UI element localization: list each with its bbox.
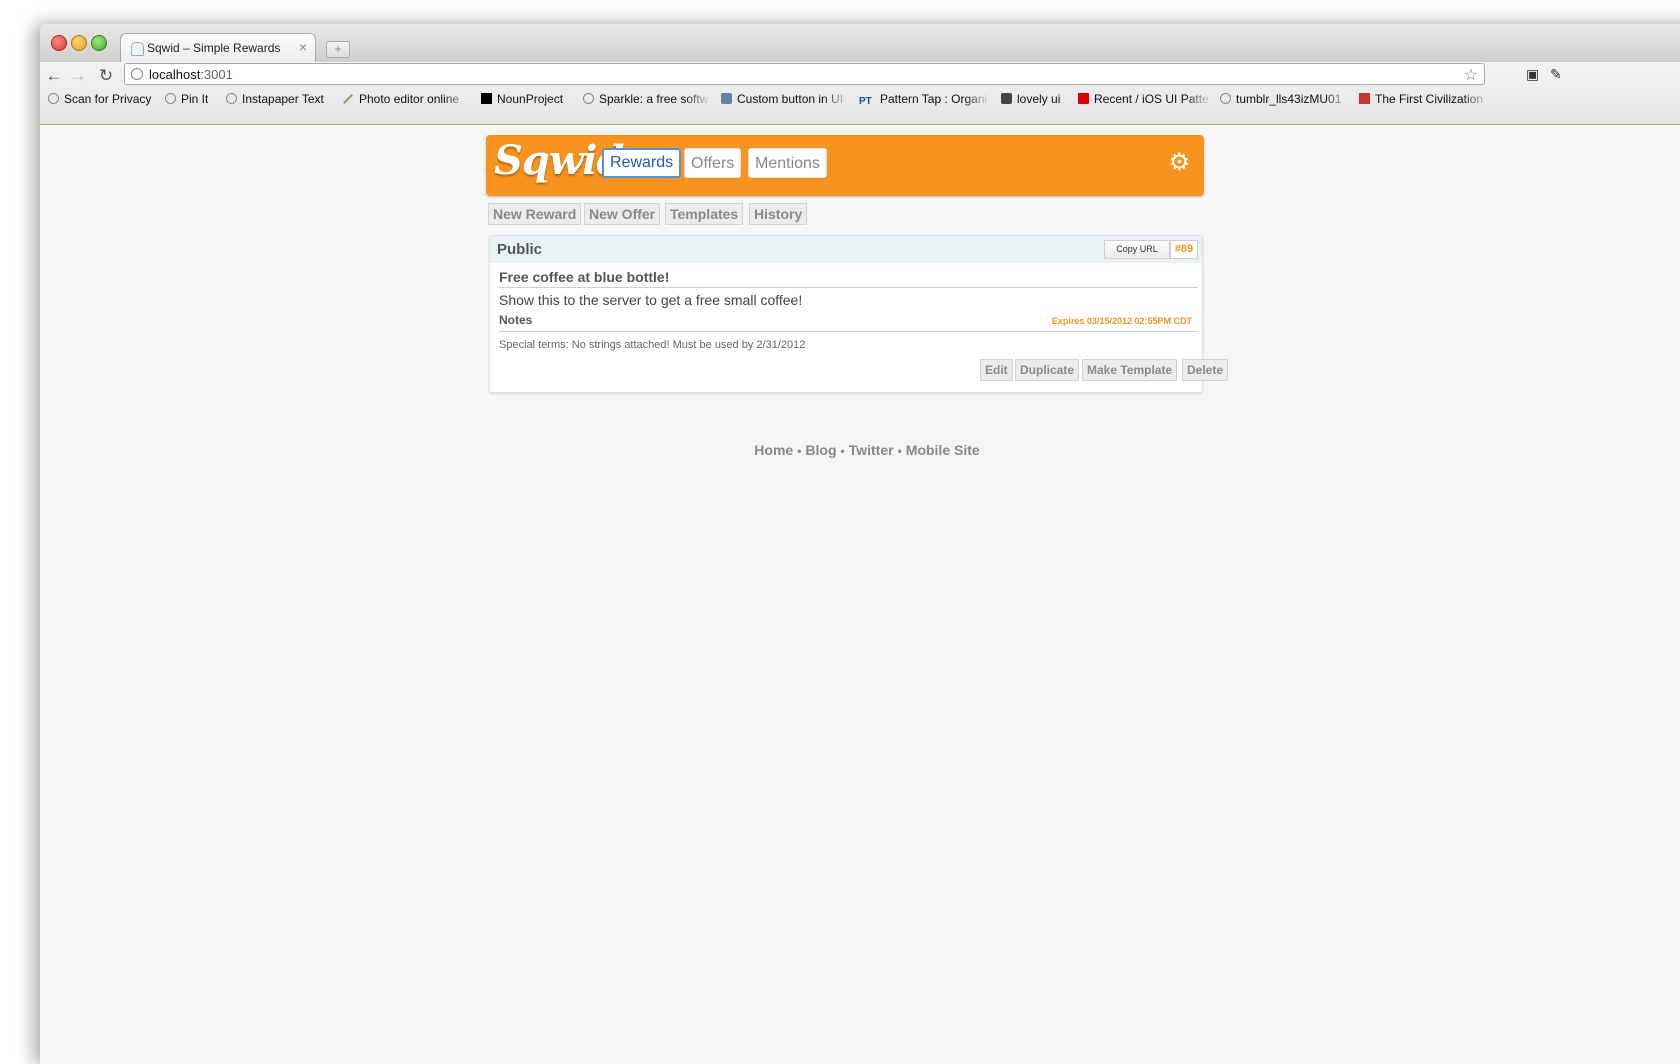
bookmark-item[interactable]: Photo editor online xyxy=(342,92,470,106)
new-offer-button[interactable]: New Offer xyxy=(584,203,661,225)
footer-separator: • xyxy=(797,444,802,458)
reward-description: Show this to the server to get a free sm… xyxy=(499,292,803,308)
bookmark-item[interactable]: Scan for Privacy xyxy=(48,92,151,106)
duplicate-button[interactable]: Duplicate xyxy=(1015,359,1080,381)
address-bar[interactable]: localhost:3001 ☆ xyxy=(124,63,1485,85)
globe-icon xyxy=(583,93,594,104)
visibility-label: Public xyxy=(497,241,543,258)
footer-link-twitter[interactable]: Twitter xyxy=(849,442,894,458)
bookmark-item[interactable]: PT Pattern Tap : Organi xyxy=(859,92,991,107)
footer-link-home[interactable]: Home xyxy=(754,442,793,458)
pinterest-icon xyxy=(1078,93,1089,104)
back-arrow-icon[interactable]: ← xyxy=(44,66,64,86)
tab-close-icon[interactable]: × xyxy=(299,39,307,55)
browser-window: Sqwid – Simple Rewards × + ← → ↻ localho… xyxy=(40,24,1680,1064)
nav-tab-offers[interactable]: Offers xyxy=(684,148,742,178)
page-info-icon[interactable] xyxy=(131,68,143,80)
pencil-icon xyxy=(343,94,353,104)
tab-title: Sqwid – Simple Rewards xyxy=(147,41,281,55)
globe-icon xyxy=(48,93,59,104)
bookmark-star-icon[interactable]: ☆ xyxy=(1464,65,1478,85)
tab-strip: Sqwid – Simple Rewards × + xyxy=(40,24,1680,63)
reload-icon[interactable]: ↻ xyxy=(96,66,116,86)
close-window-button[interactable] xyxy=(51,35,67,51)
footer-separator: • xyxy=(897,444,902,458)
new-reward-button[interactable]: New Reward xyxy=(488,203,582,225)
bookmark-item[interactable]: Sparkle: a free softw xyxy=(583,92,711,106)
nav-tab-rewards[interactable]: Rewards xyxy=(602,148,682,178)
special-terms: Special terms: No strings attached! Must… xyxy=(499,339,806,351)
expiration-date: Expires 03/15/2012 02:55PM CDT xyxy=(1051,316,1192,326)
edit-button[interactable]: Edit xyxy=(980,359,1013,381)
globe-icon xyxy=(226,93,237,104)
minimize-window-button[interactable] xyxy=(71,35,87,51)
make-template-button[interactable]: Make Template xyxy=(1082,359,1178,381)
page-favicon-icon xyxy=(131,42,144,56)
noun-project-icon xyxy=(481,93,492,104)
notes-label: Notes xyxy=(499,313,533,327)
divider xyxy=(499,287,1198,288)
reward-card: Public Copy URL #89 Free coffee at blue … xyxy=(489,235,1229,393)
pattern-tap-icon: PT xyxy=(859,96,872,107)
copy-url-button[interactable]: Copy URL xyxy=(1104,240,1170,259)
nav-tab-mentions[interactable]: Mentions xyxy=(748,148,827,178)
page-content: Sqwid Rewards Offers Mentions ⚙ New Rewa… xyxy=(40,125,1680,1064)
extension-folder-icon[interactable]: ▣ xyxy=(1526,66,1539,83)
footer-link-blog[interactable]: Blog xyxy=(805,442,836,458)
bookmark-item[interactable]: The First Civilization xyxy=(1359,92,1489,106)
app-header: Sqwid Rewards Offers Mentions ⚙ xyxy=(486,135,1204,196)
browser-toolbar: ← → ↻ localhost:3001 ☆ ▣ ✎ Scan for Priv… xyxy=(40,62,1680,125)
site-icon xyxy=(1359,93,1370,104)
forward-arrow-icon[interactable]: → xyxy=(68,66,88,86)
bookmark-item[interactable]: NounProject xyxy=(481,92,563,106)
footer-separator: • xyxy=(840,444,845,458)
reward-title: Free coffee at blue bottle! xyxy=(499,269,670,285)
browser-tab[interactable]: Sqwid – Simple Rewards × xyxy=(120,33,316,62)
reward-id-badge[interactable]: #89 xyxy=(1170,240,1198,259)
url-port: :3001 xyxy=(200,67,233,82)
wrench-icon[interactable]: ✎ xyxy=(1550,66,1562,83)
footer: Home • Blog • Twitter • Mobile Site xyxy=(40,442,1680,460)
bookmarks-bar: Scan for Privacy Pin It Instapaper Text … xyxy=(40,92,1680,114)
heart-icon xyxy=(1001,93,1012,104)
bookmark-item[interactable]: Pin It xyxy=(165,92,208,106)
zoom-window-button[interactable] xyxy=(91,35,107,51)
divider xyxy=(499,331,1198,332)
site-icon xyxy=(721,93,732,104)
delete-button[interactable]: Delete xyxy=(1182,359,1229,381)
footer-links: Home • Blog • Twitter • Mobile Site xyxy=(754,442,979,458)
bookmark-item[interactable]: tumblr_lls43izMU01 xyxy=(1220,92,1350,106)
footer-link-mobile-site[interactable]: Mobile Site xyxy=(906,442,980,458)
reward-card-header: Public Copy URL #89 xyxy=(490,236,1202,263)
globe-icon xyxy=(1220,93,1231,104)
address-bar-url[interactable]: localhost:3001 xyxy=(149,67,233,82)
url-host: localhost xyxy=(149,67,201,82)
settings-gear-icon[interactable]: ⚙ xyxy=(1168,151,1190,175)
bookmark-item[interactable]: Instapaper Text xyxy=(226,92,324,106)
templates-button[interactable]: Templates xyxy=(665,203,744,225)
bookmark-item[interactable]: lovely ui xyxy=(1001,92,1060,106)
history-button[interactable]: History xyxy=(749,203,808,225)
bookmark-item[interactable]: Recent / iOS UI Patte xyxy=(1078,92,1212,106)
bookmark-item[interactable]: Custom button in UI xyxy=(721,92,849,106)
new-tab-button[interactable]: + xyxy=(326,41,350,58)
globe-icon xyxy=(165,93,176,104)
